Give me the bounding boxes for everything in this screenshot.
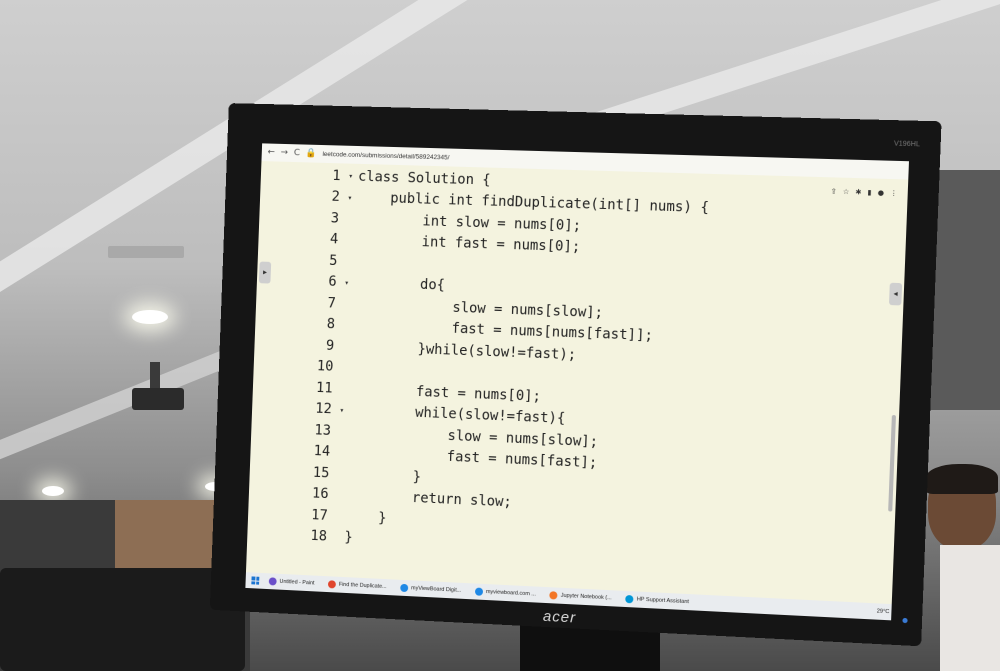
ceiling-light bbox=[132, 310, 168, 324]
projector-mount bbox=[150, 362, 160, 390]
taskbar-item[interactable]: myViewBoard Digit... bbox=[396, 584, 465, 595]
code-text: } bbox=[345, 509, 387, 527]
back-icon[interactable]: ← bbox=[267, 147, 275, 157]
line-number: 10 bbox=[283, 357, 342, 375]
line-number: 3 bbox=[288, 209, 347, 227]
line-number: 11 bbox=[282, 378, 341, 396]
weather-text[interactable]: 29°C bbox=[877, 608, 890, 615]
fold-chevron-icon[interactable]: ▾ bbox=[347, 193, 357, 202]
line-number: 15 bbox=[279, 463, 338, 481]
collapse-right-icon[interactable]: ◂ bbox=[889, 283, 902, 306]
code-text: class Solution { bbox=[358, 169, 491, 189]
collapse-left-icon[interactable]: ▸ bbox=[259, 262, 271, 284]
ceiling-light bbox=[42, 486, 64, 496]
forward-icon[interactable]: → bbox=[281, 148, 289, 158]
app-icon bbox=[269, 577, 277, 585]
taskbar-item[interactable]: myviewboard.com ... bbox=[471, 587, 540, 598]
line-number: 17 bbox=[277, 505, 336, 523]
line-number: 9 bbox=[283, 336, 342, 354]
monitor-screen: ← → C 🔒 leetcode.com/submissions/detail/… bbox=[245, 143, 909, 620]
fold-chevron-icon[interactable]: ▾ bbox=[344, 278, 354, 287]
person-shirt bbox=[940, 545, 1000, 671]
windows-start-icon[interactable] bbox=[251, 576, 259, 584]
monitor: V196HL ← → C 🔒 leetcode.com/submissions/… bbox=[210, 103, 942, 646]
taskbar-item-label: myViewBoard Digit... bbox=[411, 585, 461, 593]
taskbar-item[interactable]: Find the Duplicate... bbox=[324, 580, 391, 591]
taskbar-item-label: Find the Duplicate... bbox=[339, 582, 387, 590]
lock-icon: 🔒 bbox=[306, 149, 317, 159]
app-icon bbox=[626, 595, 634, 603]
line-number: 18 bbox=[276, 527, 335, 546]
line-number: 6 bbox=[286, 273, 345, 291]
menu-icon[interactable]: ⋮ bbox=[890, 189, 898, 197]
app-icon bbox=[400, 584, 408, 592]
ceiling-vent bbox=[108, 246, 184, 258]
line-number: 4 bbox=[287, 230, 346, 248]
monitor-model: V196HL bbox=[894, 140, 920, 148]
line-number: 8 bbox=[284, 315, 343, 333]
fold-chevron-icon[interactable]: ▾ bbox=[339, 405, 349, 414]
line-number: 16 bbox=[278, 484, 337, 502]
taskbar-item-label: myviewboard.com ... bbox=[486, 589, 536, 597]
desk-object bbox=[0, 568, 245, 671]
url-field[interactable]: leetcode.com/submissions/detail/58924234… bbox=[322, 150, 449, 160]
app-icon bbox=[475, 588, 483, 596]
line-number: 7 bbox=[285, 294, 344, 312]
taskbar-item-label: Jupyter Notebook (... bbox=[561, 593, 612, 602]
code-text: do{ bbox=[354, 275, 445, 294]
system-tray: 29°C bbox=[877, 608, 898, 615]
fold-chevron-icon[interactable]: ▾ bbox=[348, 172, 358, 181]
code-editor[interactable]: 1 ▾ class Solution {2 ▾ public int findDupl… bbox=[276, 164, 890, 574]
code-text: } bbox=[344, 530, 353, 546]
scrollbar[interactable] bbox=[888, 415, 896, 512]
line-number: 13 bbox=[280, 421, 339, 439]
taskbar-item[interactable]: Jupyter Notebook (... bbox=[546, 591, 616, 602]
line-number: 2 bbox=[289, 188, 348, 206]
person-hair bbox=[926, 464, 998, 494]
code-text: } bbox=[347, 466, 422, 485]
taskbar-item-label: Untitled - Paint bbox=[279, 579, 314, 587]
line-number: 1 bbox=[290, 167, 349, 184]
app-icon bbox=[550, 591, 558, 599]
taskbar-item[interactable]: HP Support Assistant bbox=[622, 595, 694, 607]
projector bbox=[132, 388, 184, 410]
taskbar-item[interactable]: Untitled - Paint bbox=[265, 577, 319, 588]
reload-icon[interactable]: C bbox=[294, 148, 300, 158]
line-number: 5 bbox=[287, 251, 346, 269]
power-led-icon bbox=[902, 618, 907, 623]
line-number: 12 bbox=[281, 400, 340, 418]
taskbar-item-label: HP Support Assistant bbox=[637, 597, 689, 606]
app-icon bbox=[328, 580, 336, 588]
line-number: 14 bbox=[279, 442, 338, 460]
